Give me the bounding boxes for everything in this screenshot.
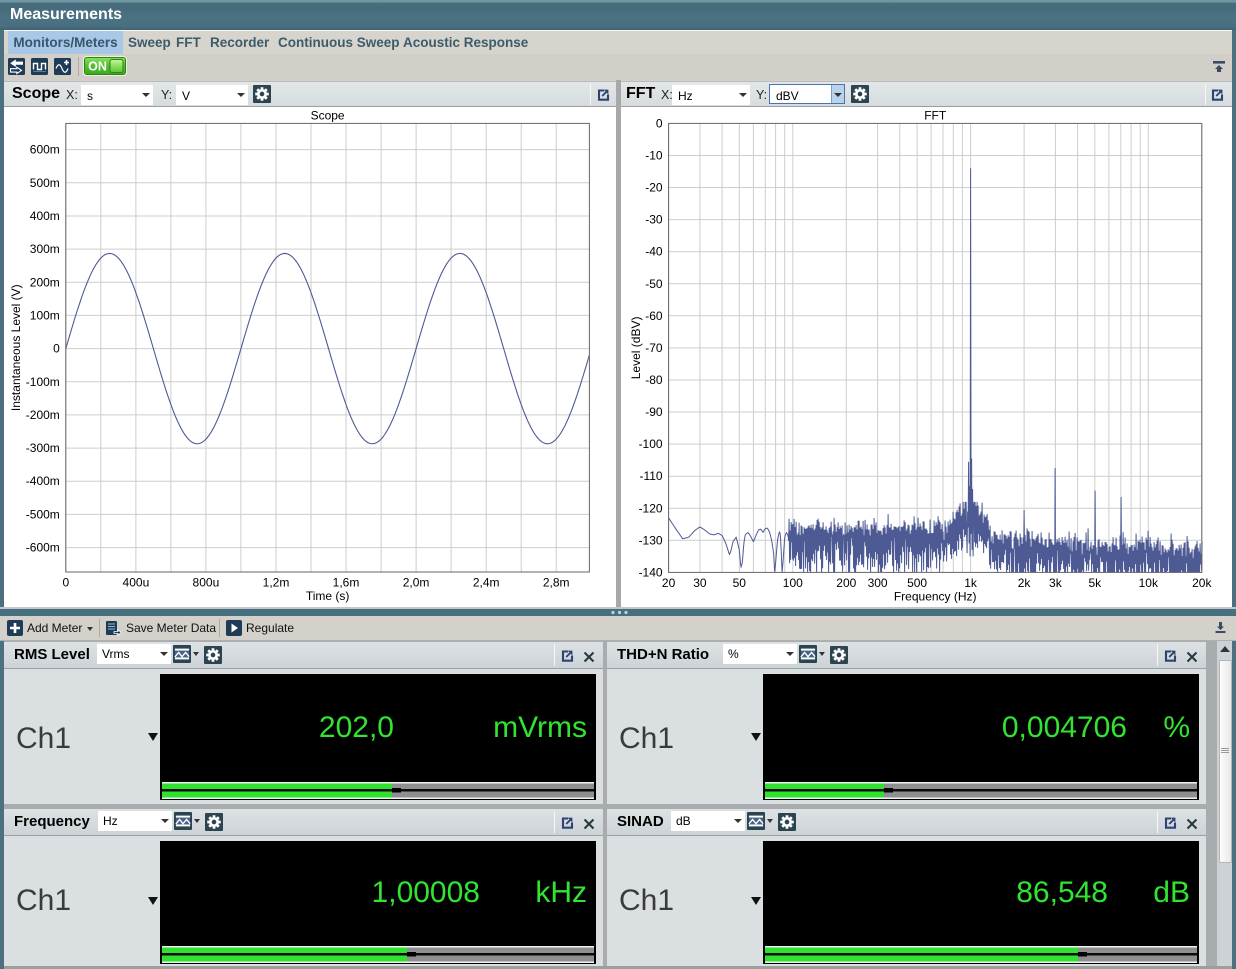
svg-text:200m: 200m — [30, 275, 60, 289]
svg-text:500: 500 — [907, 576, 927, 590]
svg-text:0: 0 — [53, 342, 60, 356]
svg-text:-300m: -300m — [26, 441, 60, 455]
svg-text:200: 200 — [836, 576, 856, 590]
svg-text:500m: 500m — [30, 176, 60, 190]
svg-text:Time (s): Time (s) — [306, 589, 350, 603]
svg-text:ON: ON — [88, 60, 107, 74]
svg-text:3k: 3k — [1049, 576, 1063, 590]
svg-text:2,4m: 2,4m — [473, 576, 500, 590]
svg-text:1,2m: 1,2m — [263, 576, 290, 590]
svg-text:-140: -140 — [639, 565, 663, 579]
svg-text:5k: 5k — [1088, 576, 1102, 590]
svg-text:-40: -40 — [645, 245, 663, 259]
svg-text:-10: -10 — [645, 149, 663, 163]
svg-text:400u: 400u — [123, 576, 150, 590]
svg-text:-100m: -100m — [26, 375, 60, 389]
svg-text:-200m: -200m — [26, 408, 60, 422]
svg-text:-110: -110 — [639, 469, 662, 483]
svg-text:300: 300 — [868, 576, 888, 590]
svg-text:2,0m: 2,0m — [403, 576, 430, 590]
svg-text:100m: 100m — [30, 308, 60, 322]
svg-text:-400m: -400m — [26, 474, 60, 488]
svg-text:50: 50 — [733, 576, 747, 590]
svg-text:800u: 800u — [193, 576, 220, 590]
svg-text:Scope: Scope — [311, 109, 345, 123]
svg-text:Instantaneous Level (V): Instantaneous Level (V) — [9, 284, 23, 411]
svg-text:1k: 1k — [964, 576, 978, 590]
svg-text:-120: -120 — [639, 501, 663, 515]
svg-text:300m: 300m — [30, 242, 60, 256]
svg-text:2,8m: 2,8m — [543, 576, 570, 590]
svg-text:600m: 600m — [30, 143, 60, 157]
svg-text:-30: -30 — [645, 213, 663, 227]
svg-text:-50: -50 — [645, 277, 663, 291]
svg-text:20: 20 — [662, 576, 676, 590]
svg-text:-80: -80 — [645, 373, 663, 387]
svg-text:-60: -60 — [645, 309, 663, 323]
svg-text:1,6m: 1,6m — [333, 576, 360, 590]
svg-text:Level (dBV): Level (dBV) — [629, 317, 643, 380]
svg-text:-90: -90 — [645, 405, 663, 419]
svg-text:30: 30 — [693, 576, 707, 590]
svg-text:0: 0 — [62, 576, 69, 590]
svg-text:100: 100 — [783, 576, 803, 590]
svg-text:-500m: -500m — [26, 507, 60, 521]
svg-text:-20: -20 — [645, 181, 663, 195]
svg-text:400m: 400m — [30, 209, 60, 223]
svg-text:-130: -130 — [639, 533, 663, 547]
svg-text:-70: -70 — [645, 341, 663, 355]
svg-text:0: 0 — [656, 116, 663, 130]
svg-text:Frequency (Hz): Frequency (Hz) — [894, 589, 977, 603]
svg-text:20k: 20k — [1192, 576, 1212, 590]
svg-text:-600m: -600m — [26, 541, 60, 555]
svg-text:2k: 2k — [1018, 576, 1032, 590]
svg-text:FFT: FFT — [924, 109, 947, 123]
svg-text:-100: -100 — [639, 437, 663, 451]
svg-text:10k: 10k — [1139, 576, 1159, 590]
